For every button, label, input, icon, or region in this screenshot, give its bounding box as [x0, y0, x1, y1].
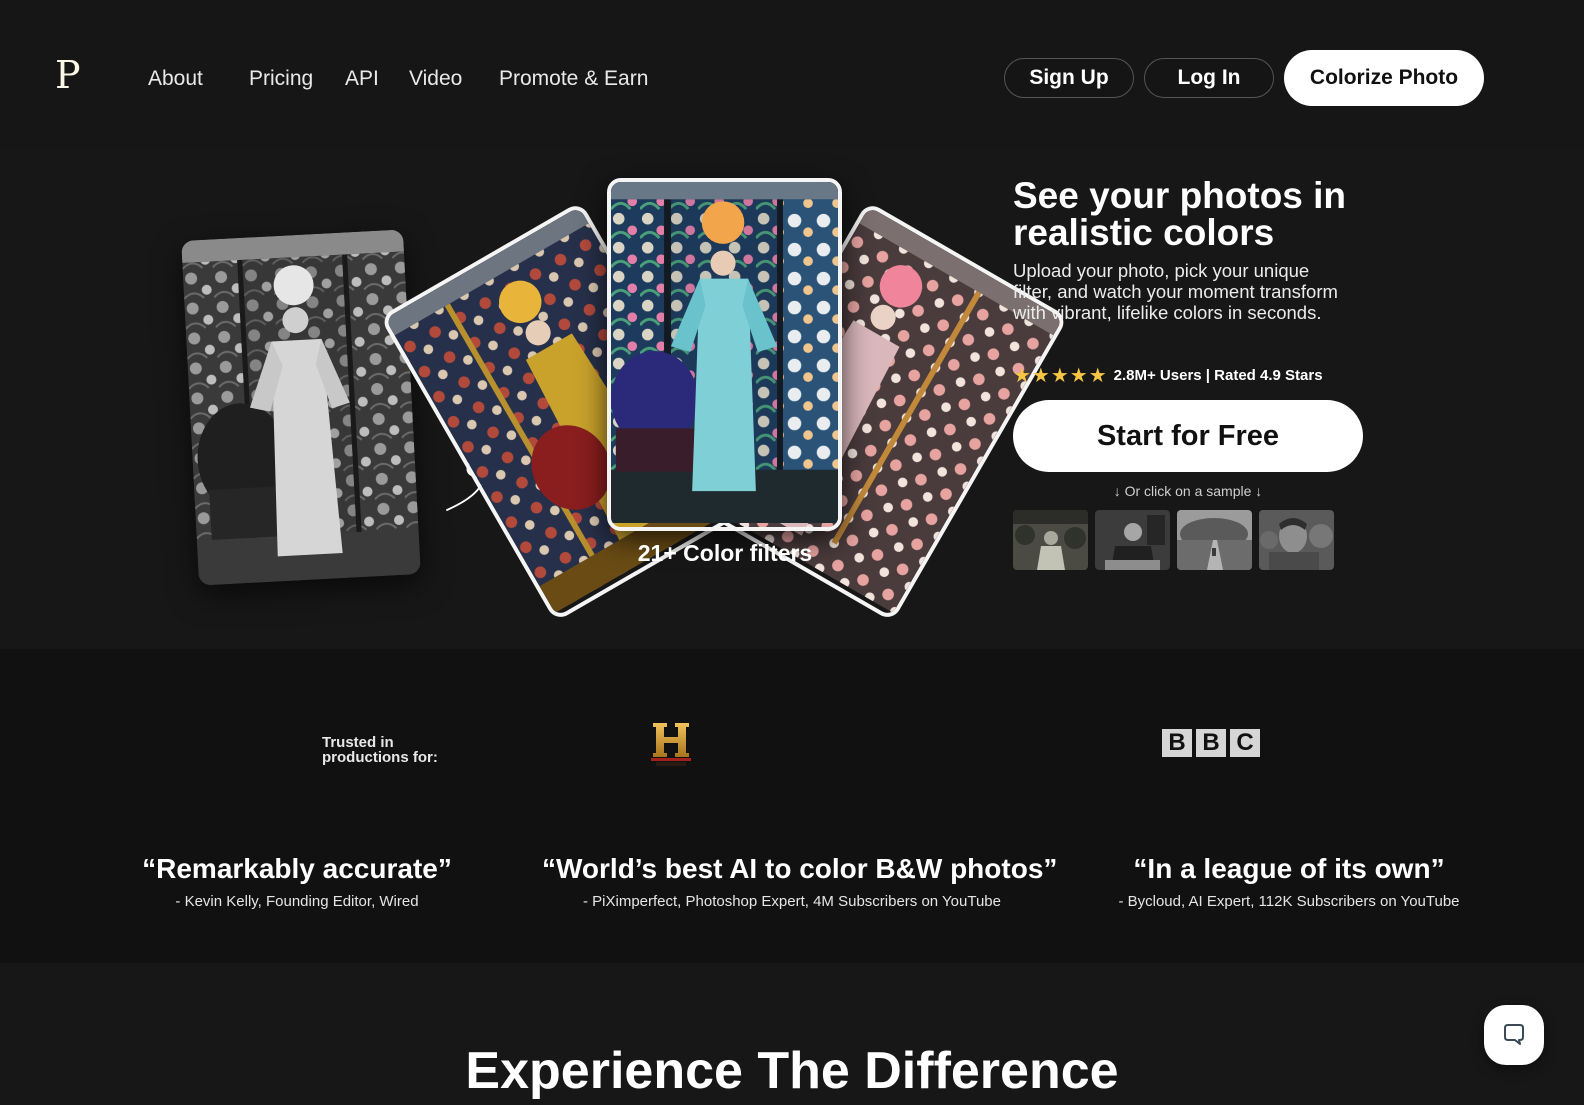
nav-link-api[interactable]: API: [345, 66, 379, 92]
bw-original-photo: [181, 229, 421, 586]
bbc-letter: B: [1162, 729, 1192, 757]
hero-subtitle: Upload your photo, pick your unique filt…: [1013, 260, 1338, 323]
color-filters-caption: 21+ Color filters: [637, 540, 813, 566]
bw-photo-image: [181, 229, 421, 586]
nav-link-video[interactable]: Video: [409, 66, 462, 92]
nav-link-pricing[interactable]: Pricing: [249, 66, 313, 92]
log-in-button[interactable]: Log In: [1144, 58, 1274, 98]
colorized-photo: [611, 182, 838, 523]
top-nav: P About Pricing API Video Promote & Earn…: [0, 0, 1584, 150]
sample-image: [1177, 510, 1252, 570]
chat-support-button[interactable]: [1484, 1005, 1544, 1065]
logo[interactable]: P: [55, 56, 81, 94]
trusted-label: Trusted in productions for:: [322, 735, 438, 765]
sample-thumbnails: [1013, 510, 1334, 570]
sample-image: [1013, 510, 1088, 570]
start-for-free-button[interactable]: Start for Free: [1013, 400, 1363, 472]
bbc-logo: B B C: [1162, 729, 1260, 757]
rating-text: 2.8M+ Users | Rated 4.9 Stars: [1113, 367, 1323, 384]
history-channel-logo: [651, 723, 691, 766]
star-rating-icon: ★★★★★: [1013, 365, 1108, 387]
sample-man-desk[interactable]: [1095, 510, 1170, 570]
quote-author: - Bycloud, AI Expert, 112K Subscribers o…: [1118, 893, 1460, 910]
sign-up-button[interactable]: Sign Up: [1004, 58, 1134, 98]
nav-link-about[interactable]: About: [148, 66, 203, 92]
nav-link-promote-earn[interactable]: Promote & Earn: [499, 66, 648, 92]
sample-garden-path[interactable]: [1177, 510, 1252, 570]
filter-card-main: [607, 178, 842, 531]
testimonial-quote: “In a league of its own” - Bycloud, AI E…: [1114, 853, 1464, 910]
trusted-label-line2: productions for:: [322, 749, 438, 766]
quote-author: - PiXimperfect, Photoshop Expert, 4M Sub…: [582, 893, 1001, 910]
rating-row: ★★★★★ 2.8M+ Users | Rated 4.9 Stars: [1013, 363, 1323, 388]
experience-section: Experience The Difference: [0, 963, 1584, 1105]
quote-author: - Kevin Kelly, Founding Editor, Wired: [175, 893, 419, 910]
sample-image: [1095, 510, 1170, 570]
hero-section: 21+ Color filters See your photos in rea…: [0, 150, 1584, 649]
trusted-label-line1: Trusted in: [322, 734, 394, 751]
sample-hint: ↓ Or click on a sample ↓: [1113, 483, 1263, 499]
sample-woman-garden[interactable]: [1013, 510, 1088, 570]
sample-migrant-mother[interactable]: [1259, 510, 1334, 570]
quote-text: “Remarkably accurate”: [142, 853, 452, 884]
testimonial-quote: “World’s best AI to color B&W photos” - …: [542, 853, 1058, 910]
sample-image: [1259, 510, 1334, 570]
bbc-letter: C: [1230, 729, 1260, 757]
colorize-photo-button[interactable]: Colorize Photo: [1284, 50, 1484, 106]
bbc-letter: B: [1196, 729, 1226, 757]
quote-text: “World’s best AI to color B&W photos”: [542, 853, 1058, 884]
trust-section: Trusted in productions for: B B C “Remar…: [0, 649, 1584, 963]
testimonial-quote: “Remarkably accurate” - Kevin Kelly, Fou…: [132, 853, 462, 910]
chat-bubble-icon: [1504, 1024, 1524, 1045]
quote-text: “In a league of its own”: [1133, 853, 1445, 884]
hero-title: See your photos in realistic colors: [1013, 175, 1347, 253]
experience-title: Experience The Difference: [465, 1042, 1119, 1100]
